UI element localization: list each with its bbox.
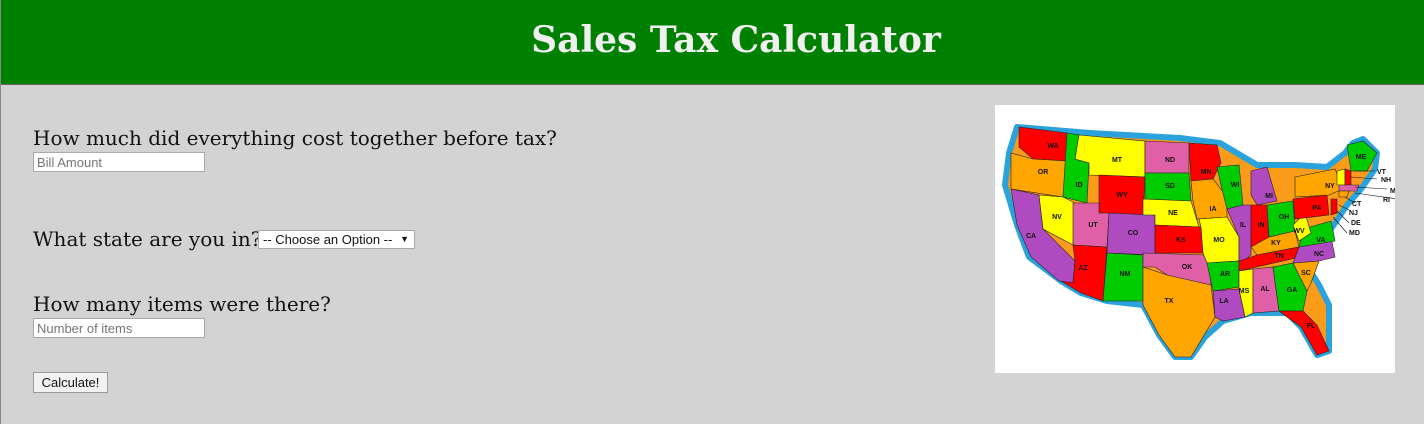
state-label-ar: AR: [1220, 271, 1230, 278]
state-label-mi: MI: [1265, 193, 1273, 200]
state-label-tn: TN: [1274, 253, 1283, 260]
state-label-nm: NM: [1120, 271, 1131, 278]
state-label-ky: KY: [1271, 240, 1281, 247]
items-question-label: How many items were there?: [33, 292, 331, 316]
state-label-nh: NH: [1381, 177, 1391, 184]
state-label-ms: MS: [1239, 288, 1250, 295]
cost-question-label: How much did everything cost together be…: [33, 126, 557, 150]
state-label-ca: CA: [1026, 233, 1036, 240]
state-label-ct: CT: [1352, 201, 1362, 208]
state-label-wa: WA: [1047, 143, 1058, 150]
state-label-co: CO: [1128, 230, 1139, 237]
state-label-az: AZ: [1078, 265, 1088, 272]
state-label-md: MD: [1349, 230, 1360, 237]
state-label-tx: TX: [1165, 298, 1174, 305]
state-label-nv: NV: [1052, 214, 1062, 221]
state-label-mn: MN: [1201, 169, 1212, 176]
state-label-ga: GA: [1287, 287, 1298, 294]
number-of-items-input[interactable]: [33, 318, 205, 338]
state-label-ut: UT: [1088, 222, 1098, 229]
state-select-value: -- Choose an Option --: [263, 232, 393, 247]
state-label-wi: WI: [1231, 182, 1240, 189]
state-label-nd: ND: [1165, 157, 1175, 164]
state-label-pa: PA: [1312, 205, 1321, 212]
state-label-wv: WV: [1293, 228, 1305, 235]
state-label-ri: RI: [1383, 197, 1390, 204]
state-label-de: DE: [1351, 220, 1361, 227]
us-map-graphic: WA OR CA ID NV MT WY UT AZ CO NM ND SD NE KS OK TX MN IA MO…: [1002, 124, 1395, 360]
state-label-la: LA: [1219, 298, 1228, 305]
state-label-il: IL: [1240, 222, 1247, 229]
state-label-al: AL: [1260, 286, 1270, 293]
state-label-ok: OK: [1182, 264, 1193, 271]
page-title: Sales Tax Calculator: [531, 19, 941, 61]
bill-amount-input[interactable]: [33, 152, 205, 172]
state-label-wy: WY: [1116, 192, 1128, 199]
us-map-image: WA OR CA ID NV MT WY UT AZ CO NM ND SD NE KS OK TX MN IA MO…: [995, 105, 1395, 373]
state-label-mo: MO: [1213, 237, 1225, 244]
state-label-ks: KS: [1176, 237, 1186, 244]
state-label-oh: OH: [1279, 214, 1290, 221]
state-label-id: ID: [1076, 182, 1083, 189]
state-label-me: ME: [1356, 154, 1367, 161]
state-label-va: VA: [1316, 237, 1325, 244]
state-label-mt: MT: [1112, 157, 1123, 164]
state-label-ia: IA: [1210, 206, 1217, 213]
dropdown-arrow-icon: ▼: [400, 234, 409, 244]
state-label-or: OR: [1038, 169, 1049, 176]
state-label-sc: SC: [1301, 270, 1311, 277]
state-label-sd: SD: [1165, 183, 1175, 190]
state-label-ne: NE: [1168, 210, 1178, 217]
state-label-ma: MA: [1390, 188, 1395, 195]
state-label-nc: NC: [1314, 251, 1324, 258]
state-question-label: What state are you in?: [33, 227, 262, 251]
state-select[interactable]: -- Choose an Option -- ▼: [258, 230, 415, 249]
state-label-in: IN: [1258, 222, 1265, 229]
state-label-fl: FL: [1307, 323, 1316, 330]
calculate-button[interactable]: Calculate!: [33, 372, 108, 393]
state-label-ny: NY: [1325, 183, 1335, 190]
header-bar: Sales Tax Calculator: [1, 0, 1424, 85]
state-label-vt: VT: [1377, 169, 1387, 176]
state-label-nj: NJ: [1349, 210, 1358, 217]
page: Sales Tax Calculator How much did everyt…: [0, 0, 1424, 424]
